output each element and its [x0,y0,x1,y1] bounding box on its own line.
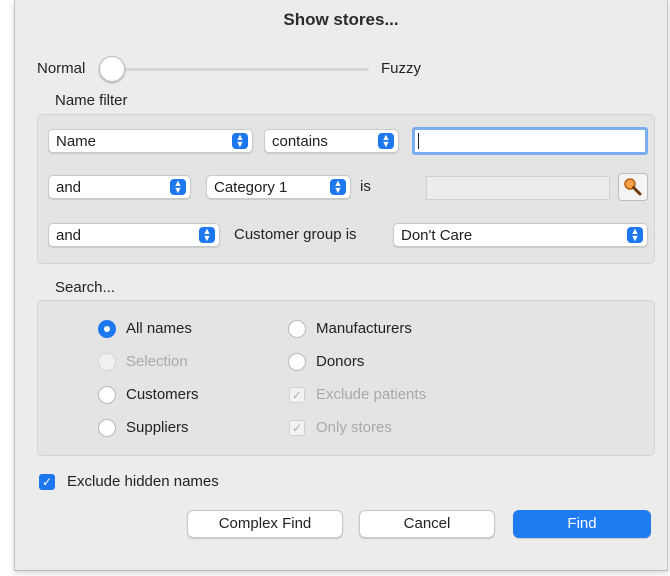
search-heading: Search... [55,279,116,296]
customers-label[interactable]: Customers [126,386,199,403]
match-slider-track[interactable] [107,68,369,71]
conjunction-popup-2-value: and [56,227,82,244]
chevron-updown-icon: ▲ ▼ [199,227,215,243]
radio-suppliers[interactable] [98,419,116,437]
name-filter-group: Name ▲ ▼ contains ▲ ▼ and ▲ ▼ Category 1 ▲ ▼… [37,114,655,264]
match-slider-knob[interactable] [99,56,125,82]
conjunction-popup-2[interactable]: and ▲ ▼ [48,223,220,247]
customer-group-popup[interactable]: Don't Care ▲ ▼ [393,223,648,247]
cancel-button[interactable]: Cancel [359,510,495,538]
customer-group-popup-value: Don't Care [401,227,473,244]
radio-manufacturers[interactable] [288,320,306,338]
field-popup-value: Name [56,133,97,150]
dialog-title: Show stores... [283,10,399,29]
exclude-patients-label: Exclude patients [316,386,427,403]
chevron-updown-icon: ▲ ▼ [330,179,346,195]
category-popup-value: Category 1 [214,179,288,196]
category-value-field [426,176,610,200]
radio-customers[interactable] [98,386,116,404]
all-names-label[interactable]: All names [126,320,192,337]
category-lookup-button[interactable] [618,173,648,201]
radio-donors[interactable] [288,353,306,371]
only-stores-label: Only stores [316,419,392,436]
complex-find-button[interactable]: Complex Find [187,510,343,538]
chevron-updown-icon: ▲ ▼ [627,227,643,243]
chevron-updown-icon: ▲ ▼ [378,133,394,149]
slider-fuzzy-label: Fuzzy [381,60,422,77]
conjunction-popup-1[interactable]: and ▲ ▼ [48,175,191,199]
radio-all-names[interactable] [98,320,116,338]
magnifier-icon [624,178,642,196]
search-group: All names Selection Customers Suppliers … [37,300,655,456]
category-is-label: is [360,178,371,195]
selection-label: Selection [126,353,188,370]
suppliers-label[interactable]: Suppliers [126,419,189,436]
manufacturers-label[interactable]: Manufacturers [316,320,412,337]
name-search-input[interactable] [412,127,648,155]
exclude-hidden-checkbox[interactable]: ✓ [39,474,55,490]
radio-selection [98,353,116,371]
category-popup[interactable]: Category 1 ▲ ▼ [206,175,351,199]
name-filter-heading: Name filter [55,92,128,109]
text-caret [418,133,419,149]
find-button[interactable]: Find [513,510,651,538]
operator-popup[interactable]: contains ▲ ▼ [264,129,399,153]
only-stores-checkbox: ✓ [289,420,305,436]
field-popup[interactable]: Name ▲ ▼ [48,129,253,153]
customer-group-label: Customer group is [234,226,357,243]
exclude-patients-checkbox: ✓ [289,387,305,403]
chevron-updown-icon: ▲ ▼ [232,133,248,149]
chevron-updown-icon: ▲ ▼ [170,179,186,195]
show-stores-dialog: Show stores... Normal Fuzzy Name filter … [14,0,668,571]
checkmark-icon: ✓ [41,475,53,489]
exclude-hidden-label[interactable]: Exclude hidden names [67,473,219,490]
donors-label[interactable]: Donors [316,353,364,370]
slider-normal-label: Normal [37,60,86,77]
conjunction-popup-1-value: and [56,179,82,196]
operator-popup-value: contains [272,133,328,150]
